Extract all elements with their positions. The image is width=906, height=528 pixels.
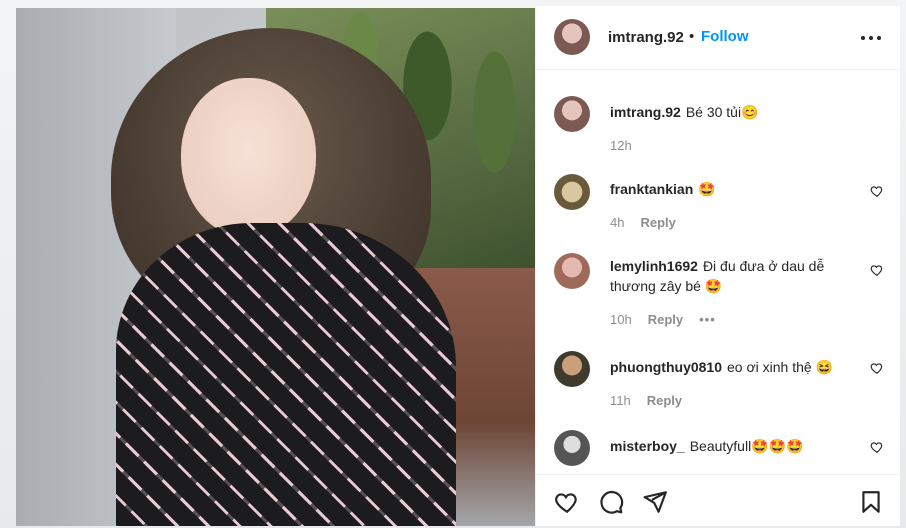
post-photo[interactable] bbox=[16, 8, 535, 526]
comment-username[interactable]: lemylinh1692 bbox=[610, 258, 698, 274]
post-header: imtrang.92 • Follow bbox=[536, 6, 901, 70]
like-comment-heart-icon[interactable] bbox=[870, 440, 884, 454]
like-comment-heart-icon[interactable] bbox=[870, 184, 884, 198]
reply-button[interactable]: Reply bbox=[640, 215, 675, 230]
header-separator: • bbox=[689, 28, 695, 45]
comment-time: 10h bbox=[610, 312, 632, 327]
list-item: phuongthuy0810 eo ơi xinh thệ 😆 11h Reply bbox=[554, 351, 894, 411]
comment-emoji: 😆 bbox=[815, 359, 834, 375]
post-side-panel: imtrang.92 • Follow imtrang.92 Bé 30 tủi😊… bbox=[535, 6, 901, 526]
comment-emoji: 🤩🤩🤩 bbox=[751, 438, 804, 454]
screenshot-frame: imtrang.92 • Follow imtrang.92 Bé 30 tủi😊… bbox=[0, 0, 906, 528]
comment-emoji: 🤩 bbox=[698, 181, 716, 197]
comment-username[interactable]: phuongthuy0810 bbox=[610, 359, 722, 375]
caption-item: imtrang.92 Bé 30 tủi😊 12h bbox=[554, 96, 894, 156]
list-item: misterboy_ Beautyfull🤩🤩🤩 bbox=[554, 430, 894, 473]
comment-time: 12h bbox=[610, 138, 632, 153]
comment-text: Beautyfull bbox=[689, 438, 752, 454]
more-options-icon[interactable] bbox=[861, 30, 881, 46]
like-comment-heart-icon[interactable] bbox=[870, 263, 884, 277]
follow-button[interactable]: Follow bbox=[701, 28, 749, 45]
author-username[interactable]: imtrang.92 bbox=[608, 29, 684, 46]
commenter-avatar[interactable] bbox=[554, 351, 590, 387]
comments-list[interactable]: imtrang.92 Bé 30 tủi😊 12h franktankian 🤩 4… bbox=[536, 71, 901, 473]
photo-shirt-pattern bbox=[116, 223, 456, 526]
comment-username[interactable]: imtrang.92 bbox=[610, 104, 681, 120]
commenter-avatar[interactable] bbox=[554, 174, 590, 210]
comment-username[interactable]: franktankian bbox=[610, 181, 693, 197]
comment-emoji: 😊 bbox=[741, 104, 759, 120]
like-comment-heart-icon[interactable] bbox=[870, 361, 884, 375]
comment-time: 11h bbox=[610, 393, 631, 408]
comment-username[interactable]: misterboy_ bbox=[610, 438, 685, 454]
commenter-avatar[interactable] bbox=[554, 430, 590, 466]
list-item: lemylinh1692 Đi đu đưa ở dau dễ thương zâ… bbox=[554, 253, 894, 333]
reply-button[interactable]: Reply bbox=[647, 393, 682, 408]
commenter-avatar[interactable] bbox=[554, 253, 590, 289]
photo-subject-face bbox=[181, 78, 316, 238]
comment-emoji: 🤩 bbox=[704, 278, 723, 294]
heart-icon[interactable] bbox=[554, 489, 580, 515]
reply-button[interactable]: Reply bbox=[648, 312, 683, 327]
comment-text: eo ơi xinh thệ bbox=[727, 359, 812, 375]
post-action-bar bbox=[536, 474, 901, 526]
share-icon[interactable] bbox=[642, 489, 668, 515]
comment-icon[interactable] bbox=[598, 489, 624, 515]
comment-more-button[interactable]: ••• bbox=[699, 312, 716, 327]
comment-text: Bé 30 tủi bbox=[685, 104, 742, 120]
author-avatar[interactable] bbox=[554, 19, 590, 55]
bookmark-icon[interactable] bbox=[858, 489, 884, 515]
comment-time: 4h bbox=[610, 215, 625, 230]
author-avatar[interactable] bbox=[554, 96, 590, 132]
list-item: franktankian 🤩 4h Reply bbox=[554, 174, 894, 234]
